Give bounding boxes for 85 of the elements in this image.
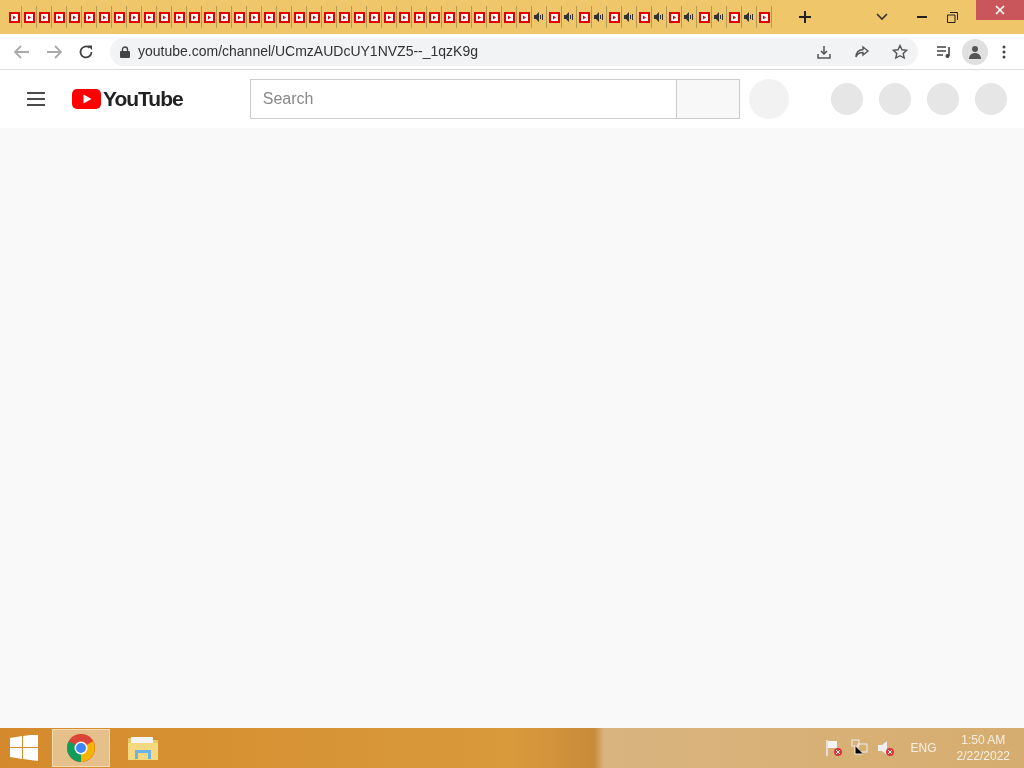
browser-tab[interactable] (67, 6, 82, 28)
browser-tab[interactable] (232, 6, 247, 28)
hamburger-menu-button[interactable] (26, 89, 46, 109)
close-icon (995, 5, 1005, 15)
browser-tab[interactable] (382, 6, 397, 28)
browser-tab[interactable] (202, 6, 217, 28)
browser-tab[interactable] (412, 6, 427, 28)
browser-tab[interactable] (292, 6, 307, 28)
browser-tab[interactable] (637, 6, 652, 28)
browser-tab[interactable] (337, 6, 352, 28)
play-logo-icon (72, 89, 101, 109)
address-bar[interactable]: youtube.com/channel/UCmzAUDcUY1NVZ5--_1qzK9g (110, 37, 918, 66)
browser-tab[interactable] (217, 6, 232, 28)
network-error-icon[interactable] (850, 739, 869, 757)
browser-tab[interactable] (157, 6, 172, 28)
browser-tab[interactable] (667, 6, 682, 28)
share-icon[interactable] (854, 43, 870, 60)
restore-icon (946, 11, 958, 23)
url-text: youtube.com/channel/UCmzAUDcUY1NVZ5--_1qzK9g (138, 42, 479, 61)
loading-placeholder (878, 83, 911, 115)
browser-tab[interactable] (652, 6, 667, 28)
lock-icon (120, 45, 130, 58)
browser-tab[interactable] (22, 6, 37, 28)
browser-tab[interactable] (7, 6, 22, 28)
forward-arrow-icon (46, 44, 62, 59)
menu-icon (27, 92, 45, 106)
browser-tab[interactable] (532, 6, 547, 28)
browser-tab[interactable] (712, 6, 727, 28)
browser-tab[interactable] (517, 6, 532, 28)
browser-taskbar-button[interactable] (52, 729, 110, 767)
browser-tab[interactable] (502, 6, 517, 28)
browser-tab[interactable] (367, 6, 382, 28)
youtube-logo[interactable]: YouTube (72, 83, 183, 115)
chevron-down-icon (876, 13, 888, 21)
browser-tab[interactable] (187, 6, 202, 28)
browser-tab[interactable] (697, 6, 712, 28)
browser-tab[interactable] (427, 6, 442, 28)
browser-tab[interactable] (757, 6, 772, 28)
browser-tab[interactable] (52, 6, 67, 28)
person-icon (968, 44, 982, 59)
browser-tab[interactable] (577, 6, 592, 28)
folder-icon (127, 734, 159, 762)
minimize-icon (917, 16, 927, 18)
browser-tab[interactable] (397, 6, 412, 28)
windows-logo-icon (10, 735, 38, 761)
browser-tab[interactable] (142, 6, 157, 28)
star-icon[interactable] (892, 43, 908, 60)
browser-tab[interactable] (37, 6, 52, 28)
browser-tab[interactable] (112, 6, 127, 28)
loading-placeholder (830, 83, 863, 115)
download-icon[interactable] (816, 43, 832, 60)
browser-tab[interactable] (682, 6, 697, 28)
search-field[interactable]: Search (249, 79, 677, 119)
loading-placeholder (974, 83, 1007, 115)
browser-tab[interactable] (277, 6, 292, 28)
browser-tab[interactable] (262, 6, 277, 28)
playlist-icon (936, 44, 952, 59)
browser-tab[interactable] (457, 6, 472, 28)
browser-tab[interactable] (442, 6, 457, 28)
profile-button[interactable] (962, 38, 988, 65)
browser-tab[interactable] (592, 6, 607, 28)
plus-icon (798, 10, 812, 24)
browser-tab[interactable] (97, 6, 112, 28)
flag-error-icon[interactable] (824, 739, 843, 757)
browser-tab[interactable] (547, 6, 562, 28)
browser-tab[interactable] (562, 6, 577, 28)
browser-tab[interactable] (247, 6, 262, 28)
browser-tab[interactable] (352, 6, 367, 28)
browser-tab[interactable] (742, 6, 757, 28)
browser-tab[interactable] (607, 6, 622, 28)
browser-tab[interactable] (322, 6, 337, 28)
more-vertical-icon (1002, 44, 1006, 59)
reload-icon (78, 43, 94, 60)
browser-tab[interactable] (487, 6, 502, 28)
browser-tab[interactable] (472, 6, 487, 28)
back-arrow-icon (14, 44, 30, 59)
browser-tab[interactable] (127, 6, 142, 28)
browser-tab[interactable] (82, 6, 97, 28)
browser-tab[interactable] (622, 6, 637, 28)
speaker-muted-icon[interactable] (876, 739, 895, 757)
loading-placeholder (926, 83, 959, 115)
browser-tab[interactable] (307, 6, 322, 28)
browser-tab[interactable] (727, 6, 742, 28)
browser-tab[interactable] (172, 6, 187, 28)
chrome-icon (66, 733, 96, 763)
